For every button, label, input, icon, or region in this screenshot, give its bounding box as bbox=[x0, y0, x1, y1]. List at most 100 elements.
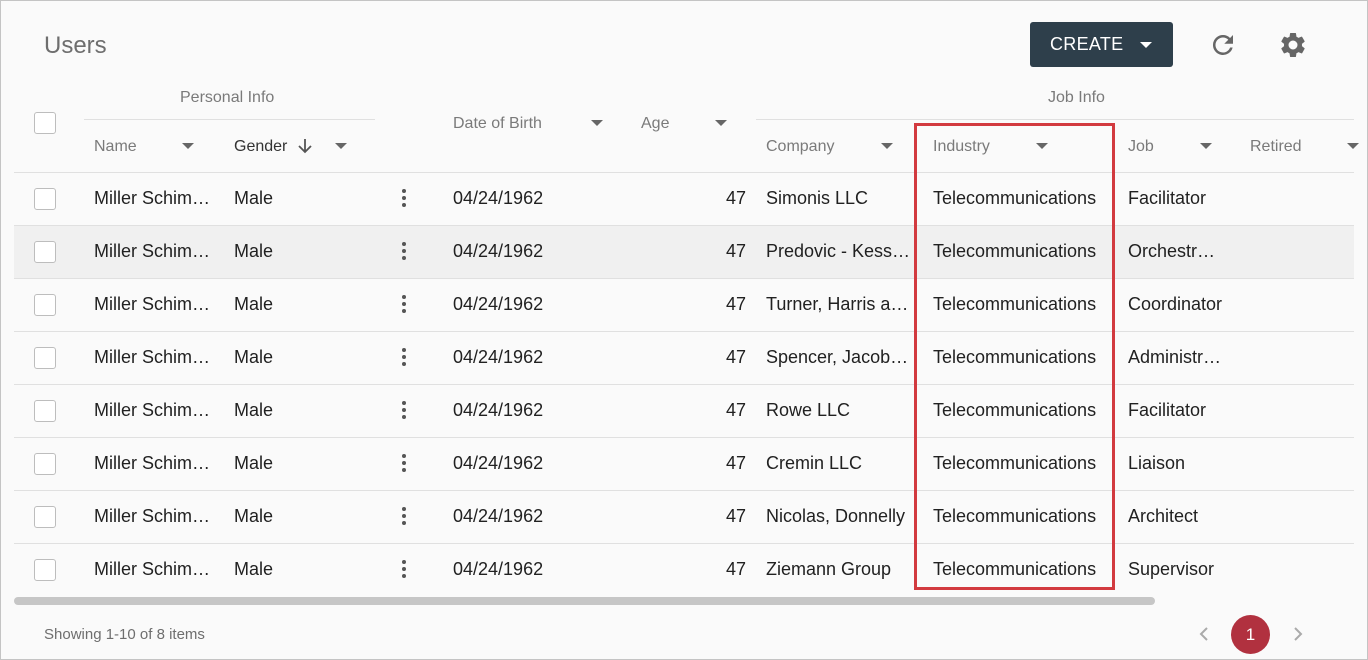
column-header-name[interactable]: Name bbox=[94, 138, 137, 156]
column-header-retired[interactable]: Retired bbox=[1250, 138, 1302, 156]
cell-gender: Male bbox=[234, 400, 274, 420]
cell-date-of-birth: 04/24/1962 bbox=[453, 347, 544, 367]
chevron-down-icon[interactable] bbox=[1200, 143, 1212, 149]
create-button[interactable]: CREATE bbox=[1030, 22, 1173, 67]
cell-company: Predovic - Kessler bbox=[766, 241, 912, 261]
cell-industry: Telecommunications bbox=[933, 453, 1097, 473]
kebab-icon[interactable] bbox=[398, 558, 410, 582]
table-row[interactable]: Miller Schimmel Male 04/24/1962 47 Cremi… bbox=[14, 438, 1354, 491]
table-row[interactable]: Miller Schimmel Male 04/24/1962 47 Nicol… bbox=[14, 491, 1354, 544]
cell-gender: Male bbox=[234, 453, 274, 473]
cell-job: Liaison bbox=[1128, 453, 1186, 473]
cell-age: 47 bbox=[725, 347, 746, 367]
row-checkbox[interactable] bbox=[34, 347, 56, 369]
cell-age: 47 bbox=[725, 188, 746, 208]
row-checkbox[interactable] bbox=[34, 241, 56, 263]
cell-name: Miller Schimmel bbox=[94, 241, 214, 261]
chevron-down-icon[interactable] bbox=[182, 143, 194, 149]
cell-date-of-birth: 04/24/1962 bbox=[453, 241, 544, 261]
row-checkbox[interactable] bbox=[34, 400, 56, 422]
chevron-down-icon[interactable] bbox=[715, 120, 727, 126]
cell-job: Coordinator bbox=[1128, 294, 1223, 314]
kebab-icon[interactable] bbox=[398, 240, 410, 264]
cell-date-of-birth: 04/24/1962 bbox=[453, 559, 544, 579]
table-row[interactable]: Miller Schimmel Male 04/24/1962 47 Rowe … bbox=[14, 385, 1354, 438]
chevron-down-icon bbox=[1140, 42, 1152, 48]
column-header-age[interactable]: Age bbox=[641, 115, 669, 133]
kebab-icon[interactable] bbox=[398, 505, 410, 529]
column-group-divider bbox=[756, 119, 1354, 120]
chevron-down-icon[interactable] bbox=[335, 143, 347, 149]
column-group-job-info: Job Info bbox=[1048, 89, 1105, 106]
table-row[interactable]: Miller Schimmel Male 04/24/1962 47 Spenc… bbox=[14, 332, 1354, 385]
column-header-company[interactable]: Company bbox=[766, 138, 834, 156]
cell-gender: Male bbox=[234, 347, 274, 367]
cell-gender: Male bbox=[234, 188, 274, 208]
cell-industry: Telecommunications bbox=[933, 188, 1097, 208]
cell-job: Facilitator bbox=[1128, 400, 1207, 420]
cell-gender: Male bbox=[234, 294, 274, 314]
cell-job: Orchestrator bbox=[1128, 241, 1224, 261]
column-header-gender[interactable]: Gender bbox=[234, 138, 287, 156]
cell-age: 47 bbox=[725, 559, 746, 579]
cell-industry: Telecommunications bbox=[933, 506, 1097, 526]
cell-name: Miller Schimmel bbox=[94, 559, 214, 579]
create-button-label: CREATE bbox=[1050, 34, 1124, 54]
pager-summary: Showing 1-10 of 8 items bbox=[44, 626, 205, 643]
cell-gender: Male bbox=[234, 559, 274, 579]
cell-name: Miller Schimmel bbox=[94, 400, 214, 420]
kebab-icon[interactable] bbox=[398, 187, 410, 211]
cell-name: Miller Schimmel bbox=[94, 453, 214, 473]
cell-date-of-birth: 04/24/1962 bbox=[453, 294, 544, 314]
row-checkbox[interactable] bbox=[34, 188, 56, 210]
cell-industry: Telecommunications bbox=[933, 347, 1097, 367]
kebab-icon[interactable] bbox=[398, 346, 410, 370]
column-header-job[interactable]: Job bbox=[1128, 138, 1154, 156]
users-grid-window: Users CREATE Personal Info Job Info Name… bbox=[0, 0, 1368, 660]
cell-job: Facilitator bbox=[1128, 188, 1207, 208]
column-header-date-of-birth[interactable]: Date of Birth bbox=[453, 115, 542, 133]
table-row[interactable]: Miller Schimmel Male 04/24/1962 47 Ziema… bbox=[14, 544, 1354, 597]
chevron-down-icon[interactable] bbox=[881, 143, 893, 149]
cell-company: Nicolas, Donnelly bbox=[766, 506, 906, 526]
cell-date-of-birth: 04/24/1962 bbox=[453, 188, 544, 208]
cell-date-of-birth: 04/24/1962 bbox=[453, 400, 544, 420]
cell-name: Miller Schimmel bbox=[94, 188, 214, 208]
kebab-icon[interactable] bbox=[398, 452, 410, 476]
cell-company: Simonis LLC bbox=[766, 188, 869, 208]
kebab-icon[interactable] bbox=[398, 399, 410, 423]
cell-age: 47 bbox=[725, 241, 746, 261]
chevron-right-icon[interactable] bbox=[1288, 623, 1308, 645]
chevron-down-icon[interactable] bbox=[591, 120, 603, 126]
horizontal-scrollbar-thumb[interactable] bbox=[14, 597, 1155, 605]
cell-industry: Telecommunications bbox=[933, 559, 1097, 579]
row-checkbox[interactable] bbox=[34, 506, 56, 528]
select-all-checkbox[interactable] bbox=[34, 112, 56, 134]
table-row[interactable]: Miller Schimmel Male 04/24/1962 47 Turne… bbox=[14, 279, 1354, 332]
arrow-down-icon[interactable] bbox=[297, 137, 313, 155]
refresh-icon[interactable] bbox=[1208, 30, 1238, 60]
page-title: Users bbox=[44, 32, 107, 59]
cell-age: 47 bbox=[725, 400, 746, 420]
cell-job: Architect bbox=[1128, 506, 1199, 526]
cell-name: Miller Schimmel bbox=[94, 347, 214, 367]
row-checkbox[interactable] bbox=[34, 294, 56, 316]
table-row[interactable]: Miller Schimmel Male 04/24/1962 47 Predo… bbox=[14, 226, 1354, 279]
column-header-industry[interactable]: Industry bbox=[933, 138, 990, 156]
cell-job: Supervisor bbox=[1128, 559, 1215, 579]
table-row[interactable]: Miller Schimmel Male 04/24/1962 47 Simon… bbox=[14, 173, 1354, 226]
page-button-current[interactable]: 1 bbox=[1231, 615, 1270, 654]
gear-icon[interactable] bbox=[1278, 30, 1308, 60]
kebab-icon[interactable] bbox=[398, 293, 410, 317]
cell-company: Ziemann Group bbox=[766, 559, 892, 579]
cell-date-of-birth: 04/24/1962 bbox=[453, 453, 544, 473]
cell-company: Cremin LLC bbox=[766, 453, 863, 473]
grid-body: Miller Schimmel Male 04/24/1962 47 Simon… bbox=[14, 173, 1354, 597]
row-checkbox[interactable] bbox=[34, 453, 56, 475]
cell-date-of-birth: 04/24/1962 bbox=[453, 506, 544, 526]
row-checkbox[interactable] bbox=[34, 559, 56, 581]
cell-age: 47 bbox=[725, 506, 746, 526]
chevron-left-icon[interactable] bbox=[1194, 623, 1214, 645]
chevron-down-icon[interactable] bbox=[1347, 143, 1359, 149]
chevron-down-icon[interactable] bbox=[1036, 143, 1048, 149]
